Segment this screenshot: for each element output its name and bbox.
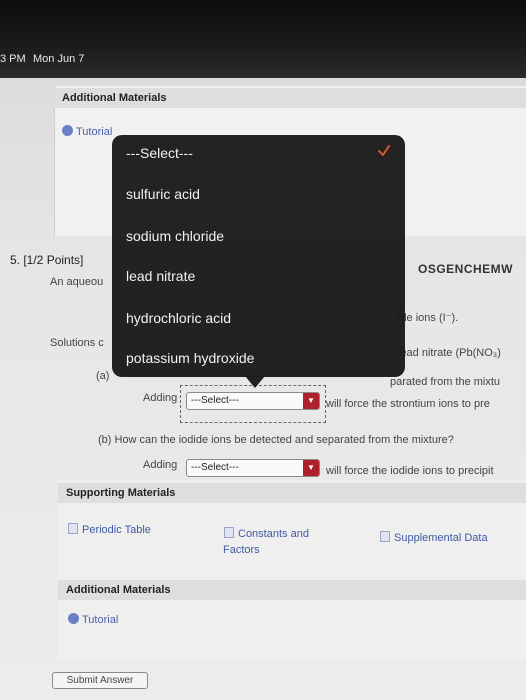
tutorial-link-label: Tutorial [76, 126, 113, 138]
chevron-down-icon: ▼ [303, 460, 319, 476]
document-icon [68, 523, 78, 534]
course-code: OSGENCHEMW [418, 262, 513, 276]
question-number: 5. [1/2 Points] [10, 253, 84, 267]
submit-answer-button[interactable]: Submit Answer [52, 672, 148, 689]
tutorial-link-bottom[interactable]: Tutorial [68, 613, 118, 626]
constants-label-line2: Factors [223, 544, 260, 556]
constants-label-line1: Constants and [238, 528, 309, 540]
question-intro-left: An aqueou [50, 276, 104, 288]
document-icon [380, 531, 390, 542]
part-b-suffix: will force the iodide ions to precipit [326, 465, 494, 477]
dropdown-pointer [245, 376, 265, 388]
part-a-suffix: will force the strontium ions to pre [326, 398, 490, 410]
additional-materials-header: Additional Materials [54, 88, 526, 108]
dropdown-option-sulfuric-acid[interactable]: sulfuric acid [126, 186, 200, 202]
supplemental-data-link[interactable]: Supplemental Data [380, 531, 488, 544]
document-icon [224, 527, 234, 538]
question-intro-right: ide ions (I⁻). [398, 312, 459, 324]
dropdown-option-lead-nitrate[interactable]: lead nitrate [126, 268, 195, 284]
tutorial-link-top[interactable]: Tutorial [62, 125, 112, 138]
part-b-question: (b) How can the iodide ions be detected … [98, 434, 454, 446]
part-b-select[interactable]: ---Select--- ▼ [186, 459, 320, 477]
part-a-adding-label: Adding [143, 392, 178, 404]
solutions-text-right: lead nitrate (Pb(NO₃) [398, 347, 501, 359]
status-bar: 3 PM Mon Jun 7 [0, 0, 526, 78]
status-time: 3 PM [0, 53, 26, 65]
tutorial-link-label-bottom: Tutorial [82, 614, 119, 626]
periodic-table-label: Periodic Table [82, 524, 151, 536]
part-a-label: (a) [96, 370, 110, 382]
solutions-text-left: Solutions c [50, 337, 104, 349]
supporting-materials-header: Supporting Materials [58, 483, 526, 503]
dropdown-option-sodium-chloride[interactable]: sodium chloride [126, 228, 224, 244]
materials-panel-bottom [58, 480, 526, 660]
tutorial-icon [62, 125, 73, 136]
checkmark-icon [378, 145, 390, 156]
status-date: Mon Jun 7 [33, 53, 85, 65]
additional-materials-header-bottom: Additional Materials [58, 580, 526, 600]
dropdown-option-hydrochloric-acid[interactable]: hydrochloric acid [126, 310, 231, 326]
dropdown-option-potassium-hydroxide[interactable]: potassium hydroxide [126, 350, 254, 366]
select-dropdown-menu: ---Select--- sulfuric acid sodium chlori… [112, 135, 405, 377]
periodic-table-link[interactable]: Periodic Table [68, 523, 151, 536]
chevron-down-icon: ▼ [303, 393, 319, 409]
dropdown-option-select[interactable]: ---Select--- [126, 145, 193, 161]
supplemental-data-label: Supplemental Data [394, 532, 488, 544]
part-b-adding-label: Adding [143, 459, 178, 471]
part-a-select-value: ---Select--- [191, 395, 239, 406]
constants-link[interactable]: Constants and Factors [223, 527, 344, 556]
part-a-select[interactable]: ---Select--- ▼ [186, 392, 320, 410]
tutorial-icon [68, 613, 79, 624]
part-a-text-right: parated from the mixtu [390, 376, 501, 388]
part-b-select-value: ---Select--- [191, 462, 239, 473]
